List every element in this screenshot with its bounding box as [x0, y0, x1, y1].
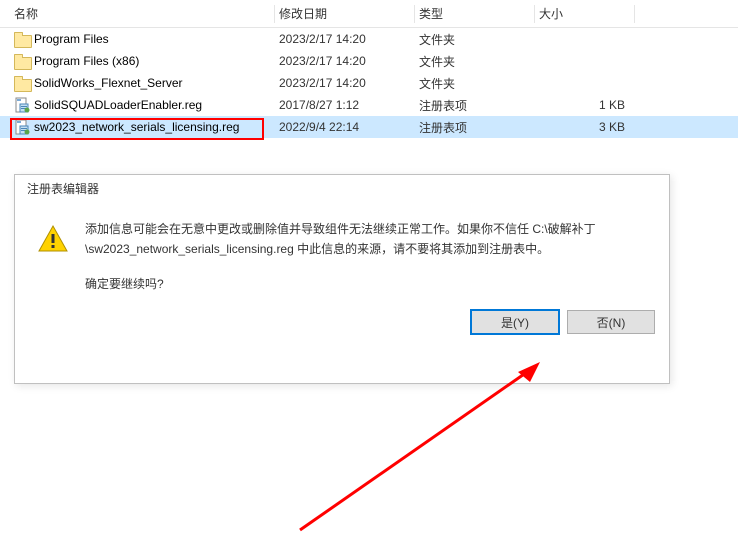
dialog-confirm: 确定要继续吗? [85, 274, 651, 294]
dialog-message: 添加信息可能会在无意中更改或删除值并导致组件无法继续正常工作。如果你不信任 C:… [85, 219, 651, 260]
folder-icon [14, 54, 30, 68]
cell-type: 注册表项 [415, 97, 535, 114]
table-row[interactable]: SolidWorks_Flexnet_Server 2023/2/17 14:20… [0, 72, 738, 94]
file-name: Program Files (x86) [34, 54, 139, 68]
table-row[interactable]: sw2023_network_serials_licensing.reg 2022… [0, 116, 738, 138]
cell-type: 文件夹 [415, 53, 535, 70]
dialog-title: 注册表编辑器 [15, 175, 669, 203]
table-row[interactable]: Program Files (x86) 2023/2/17 14:20文件夹 [0, 50, 738, 72]
file-name: SolidSQUADLoaderEnabler.reg [34, 98, 202, 112]
reg-file-icon [14, 97, 30, 113]
cell-date: 2022/9/4 22:14 [275, 120, 415, 134]
warning-icon [37, 223, 69, 255]
file-list: Program Files2023/2/17 14:20文件夹Program F… [0, 28, 738, 138]
arrow-annotation [280, 360, 540, 540]
file-name: sw2023_network_serials_licensing.reg [34, 120, 239, 134]
reg-file-icon [14, 119, 30, 135]
table-row[interactable]: Program Files 2023/2/17 14:20文件夹 [0, 28, 738, 50]
file-list-header: 名称 修改日期 类型 大小 [0, 0, 738, 28]
cell-name: SolidWorks_Flexnet_Server [0, 76, 275, 90]
cell-date: 2023/2/17 14:20 [275, 32, 415, 46]
column-type[interactable]: 类型 [415, 5, 535, 23]
cell-name: SolidSQUADLoaderEnabler.reg [0, 97, 275, 113]
cell-size: 1 KB [535, 98, 635, 112]
folder-icon [14, 76, 30, 90]
yes-button[interactable]: 是(Y) [471, 310, 559, 334]
folder-icon [14, 32, 30, 46]
registry-editor-dialog: 注册表编辑器 添加信息可能会在无意中更改或删除值并导致组件无法继续正常工作。如果… [14, 174, 670, 384]
column-date[interactable]: 修改日期 [275, 5, 415, 23]
cell-date: 2023/2/17 14:20 [275, 76, 415, 90]
column-size[interactable]: 大小 [535, 5, 635, 23]
file-name: Program Files [34, 32, 109, 46]
no-button[interactable]: 否(N) [567, 310, 655, 334]
cell-name: sw2023_network_serials_licensing.reg [0, 119, 275, 135]
cell-name: Program Files [0, 32, 275, 46]
file-name: SolidWorks_Flexnet_Server [34, 76, 183, 90]
cell-date: 2017/8/27 1:12 [275, 98, 415, 112]
cell-name: Program Files (x86) [0, 54, 275, 68]
column-name[interactable]: 名称 [0, 5, 275, 23]
cell-size: 3 KB [535, 120, 635, 134]
cell-date: 2023/2/17 14:20 [275, 54, 415, 68]
cell-type: 文件夹 [415, 31, 535, 48]
cell-type: 文件夹 [415, 75, 535, 92]
table-row[interactable]: SolidSQUADLoaderEnabler.reg 2017/8/27 1:1… [0, 94, 738, 116]
cell-type: 注册表项 [415, 119, 535, 136]
